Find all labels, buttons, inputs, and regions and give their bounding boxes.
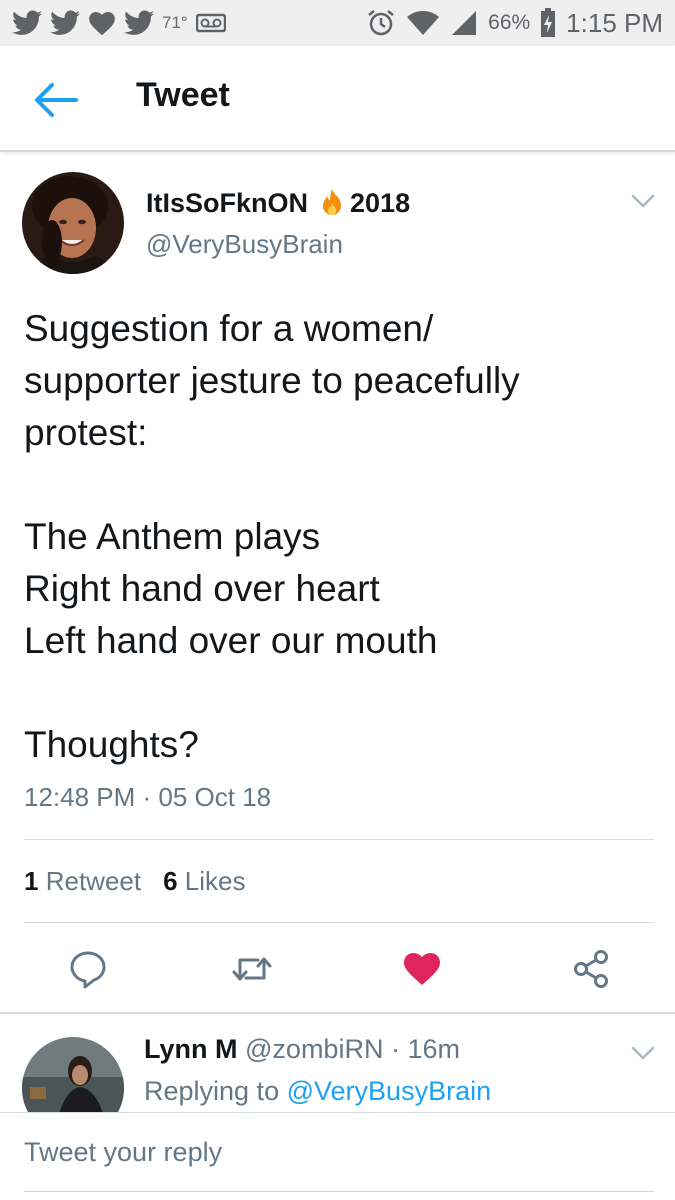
tweet-text-line: The Anthem plays [24, 516, 321, 557]
like-label: Likes [184, 866, 246, 896]
alarm-icon [368, 10, 394, 36]
retweet-count: 1 [24, 866, 39, 896]
battery-charging-icon [541, 8, 556, 37]
signal-icon [452, 11, 477, 35]
reply-input[interactable] [0, 1113, 675, 1191]
reply-author-name[interactable]: Lynn M [144, 1034, 238, 1064]
section-divider [0, 1012, 675, 1014]
fire-emoji-icon [323, 189, 342, 215]
tweet-text-line: supporter jesture to peacefully [24, 360, 520, 401]
voicemail-icon [195, 13, 226, 33]
page-title: Tweet [136, 76, 230, 114]
divider [24, 922, 654, 923]
clock: 1:15 PM [566, 7, 663, 38]
like-count-link[interactable]: 6 Likes [163, 866, 245, 897]
reply-author-handle[interactable]: @zombiRN [245, 1034, 383, 1064]
author-avatar[interactable] [22, 172, 124, 274]
reply-time: · 16m [390, 1034, 460, 1064]
author-name-text: ItIsSoFknON [146, 187, 309, 218]
retweet-count-link[interactable]: 1 Retweet [24, 866, 141, 897]
heart-icon [89, 12, 115, 36]
share-icon[interactable] [570, 948, 612, 990]
divider [24, 839, 654, 840]
retweet-label: Retweet [45, 866, 142, 896]
author-handle[interactable]: @VeryBusyBrain [146, 229, 343, 260]
back-arrow-icon[interactable] [32, 80, 78, 120]
chevron-down-icon[interactable] [630, 1044, 656, 1062]
status-bar: 71° 66% 1:15 PM [0, 0, 675, 46]
notification-icons: 71° [12, 6, 226, 40]
input-underline [24, 1191, 654, 1192]
system-icons: 66% 1:15 PM [366, 6, 663, 40]
reply-icon[interactable] [67, 948, 109, 990]
twitter-icon [50, 10, 80, 35]
replying-to-link[interactable]: @VeryBusyBrain [287, 1076, 492, 1106]
battery-percent: 66% [488, 11, 531, 34]
like-count: 6 [163, 866, 178, 896]
chevron-down-icon[interactable] [630, 192, 656, 210]
replying-to-prefix: Replying to [144, 1076, 280, 1106]
tweet-text-line: Suggestion for a women/ [24, 308, 434, 349]
tweet-body: Suggestion for a women/ supporter jestur… [24, 303, 654, 771]
like-icon[interactable] [401, 948, 443, 990]
reply-author-avatar[interactable] [22, 1037, 124, 1117]
reply-composer [0, 1112, 675, 1200]
replying-to: Replying to @VeryBusyBrain [144, 1076, 491, 1107]
author-name[interactable]: ItIsSoFknON 2018 [146, 187, 410, 219]
top-app-bar: Tweet [0, 46, 675, 152]
tweet-text-line: protest: [24, 412, 148, 453]
tweet-text-line: Right hand over heart [24, 568, 380, 609]
retweet-icon[interactable] [231, 948, 273, 990]
reply-header: Lynn M @zombiRN · 16m [144, 1034, 460, 1065]
twitter-icon [12, 10, 42, 35]
tweet-text-line: Left hand over our mouth [24, 620, 438, 661]
temperature: 71° [162, 13, 188, 32]
wifi-icon [407, 11, 440, 35]
engagement-stats: 1 Retweet 6 Likes [24, 866, 246, 897]
tweet-text-line: Thoughts? [24, 724, 199, 765]
twitter-icon [124, 10, 154, 35]
tweet-timestamp: 12:48 PM · 05 Oct 18 [24, 782, 272, 812]
author-name-suffix: 2018 [350, 187, 411, 218]
